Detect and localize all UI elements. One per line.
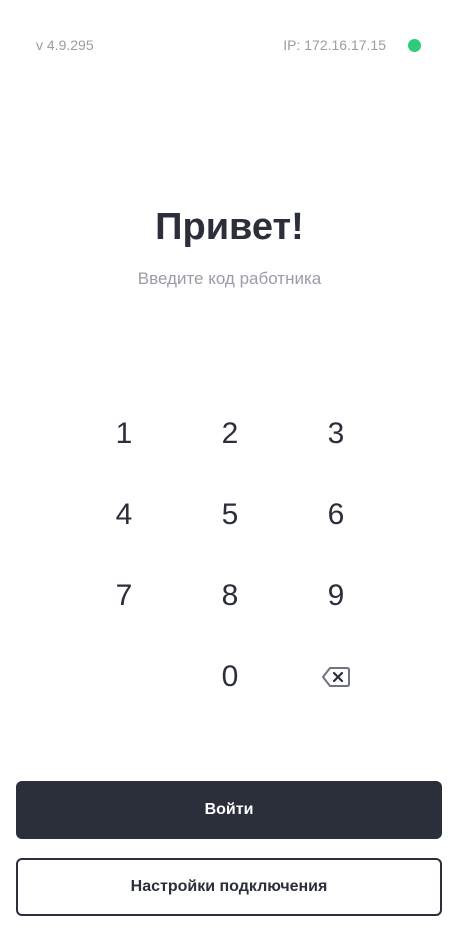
key-5[interactable]: 5 bbox=[177, 474, 283, 555]
key-8[interactable]: 8 bbox=[177, 555, 283, 636]
connection-status: IP: 172.16.17.15 bbox=[283, 37, 421, 53]
key-0[interactable]: 0 bbox=[177, 636, 283, 717]
key-7[interactable]: 7 bbox=[71, 555, 177, 636]
greeting-title: Привет! bbox=[155, 206, 304, 248]
connection-settings-button[interactable]: Настройки подключения bbox=[16, 858, 442, 916]
key-empty bbox=[71, 636, 177, 717]
key-4[interactable]: 4 bbox=[71, 474, 177, 555]
key-9[interactable]: 9 bbox=[283, 555, 389, 636]
key-3[interactable]: 3 bbox=[283, 393, 389, 474]
pin-keypad: 1 2 3 4 5 6 7 8 9 0 bbox=[71, 393, 389, 717]
status-bar: v 4.9.295 IP: 172.16.17.15 bbox=[36, 36, 421, 54]
key-6[interactable]: 6 bbox=[283, 474, 389, 555]
connection-indicator-icon bbox=[408, 38, 421, 52]
ip-address: IP: 172.16.17.15 bbox=[283, 37, 386, 53]
login-button[interactable]: Войти bbox=[16, 781, 442, 839]
key-1[interactable]: 1 bbox=[71, 393, 177, 474]
app-version: v 4.9.295 bbox=[36, 37, 94, 53]
greeting-subtitle: Введите код работника bbox=[137, 269, 322, 288]
backspace-button[interactable] bbox=[283, 636, 389, 717]
key-2[interactable]: 2 bbox=[177, 393, 283, 474]
backspace-icon bbox=[322, 666, 350, 687]
